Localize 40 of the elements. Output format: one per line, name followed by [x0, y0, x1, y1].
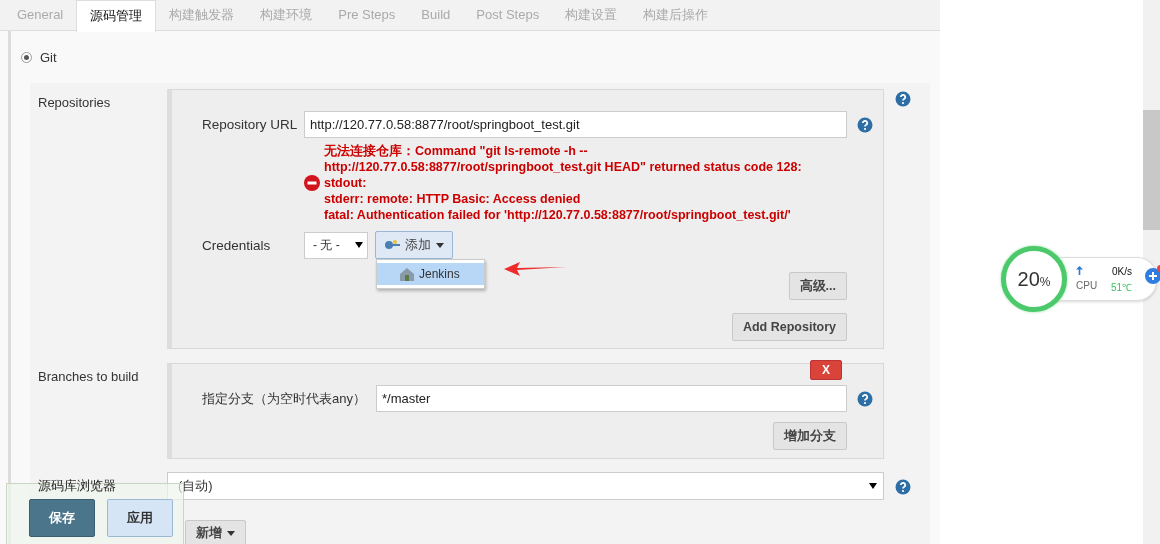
plus-icon[interactable]: [1145, 268, 1160, 284]
branch-specifier-label: 指定分支（为空时代表any）: [202, 389, 367, 408]
cpu-label: CPU: [1076, 280, 1098, 293]
help-icon[interactable]: [895, 91, 911, 107]
repository-url-field[interactable]: http://120.77.0.58:8877/root/springboot_test.git: [304, 111, 847, 138]
radio-button[interactable]: [21, 51, 32, 63]
add-branch-button[interactable]: 增加分支: [773, 422, 847, 450]
repository-browser-label: 源码库浏览器: [37, 477, 117, 495]
caret-icon: [227, 530, 235, 536]
upload-speed: 0K/s: [1112, 266, 1132, 277]
key-icon: [384, 240, 400, 250]
action-button[interactable]: 保存: [29, 499, 95, 537]
dropdown-arrow-icon: [355, 242, 363, 248]
advanced-button[interactable]: 高级...: [788, 272, 847, 300]
cpu-temperature: 51℃: [1110, 281, 1132, 294]
usage-percent: 20%: [1017, 267, 1051, 291]
action-button[interactable]: 应用: [107, 499, 173, 537]
repositories-label: Repositories: [37, 94, 112, 110]
upload-icon: [1076, 266, 1083, 275]
caret-icon: [436, 242, 444, 248]
remove-button[interactable]: X: [810, 360, 842, 380]
tab[interactable]: 源码管理: [76, 0, 157, 32]
add-button[interactable]: 添加: [375, 231, 453, 259]
menu-item[interactable]: Jenkins: [377, 263, 484, 285]
error-icon: [304, 175, 320, 191]
repository-url-label: Repository URL: [202, 117, 299, 132]
branch-specifier-field[interactable]: */master: [376, 385, 847, 412]
scrollbar[interactable]: [1143, 110, 1160, 230]
dropdown-arrow-icon: [869, 483, 877, 489]
house-icon: [399, 267, 415, 281]
credentials-dropdown[interactable]: - 无 -: [304, 231, 368, 259]
branches-label: Branches to build: [37, 368, 140, 384]
help-icon[interactable]: [857, 116, 873, 133]
add-repository-button[interactable]: Add Repository: [731, 313, 847, 341]
add-new-button[interactable]: 新增: [185, 520, 246, 544]
error-message: 无法连接仓库：Command "git ls-remote -h -- http://120.77.0.58:8877/root/springboot_test.git HEAD" returned status code 128: stdout: stderr: remote: HTTP Basic: Access denied fatal: Authentication failed for 'http://120.77.0.58:8877/root/springboot_test.git/': [324, 143, 802, 223]
help-icon[interactable]: [895, 479, 911, 495]
git-label: Git: [40, 49, 57, 65]
credentials-label: Credentials: [202, 237, 272, 253]
help-icon[interactable]: [857, 390, 873, 407]
